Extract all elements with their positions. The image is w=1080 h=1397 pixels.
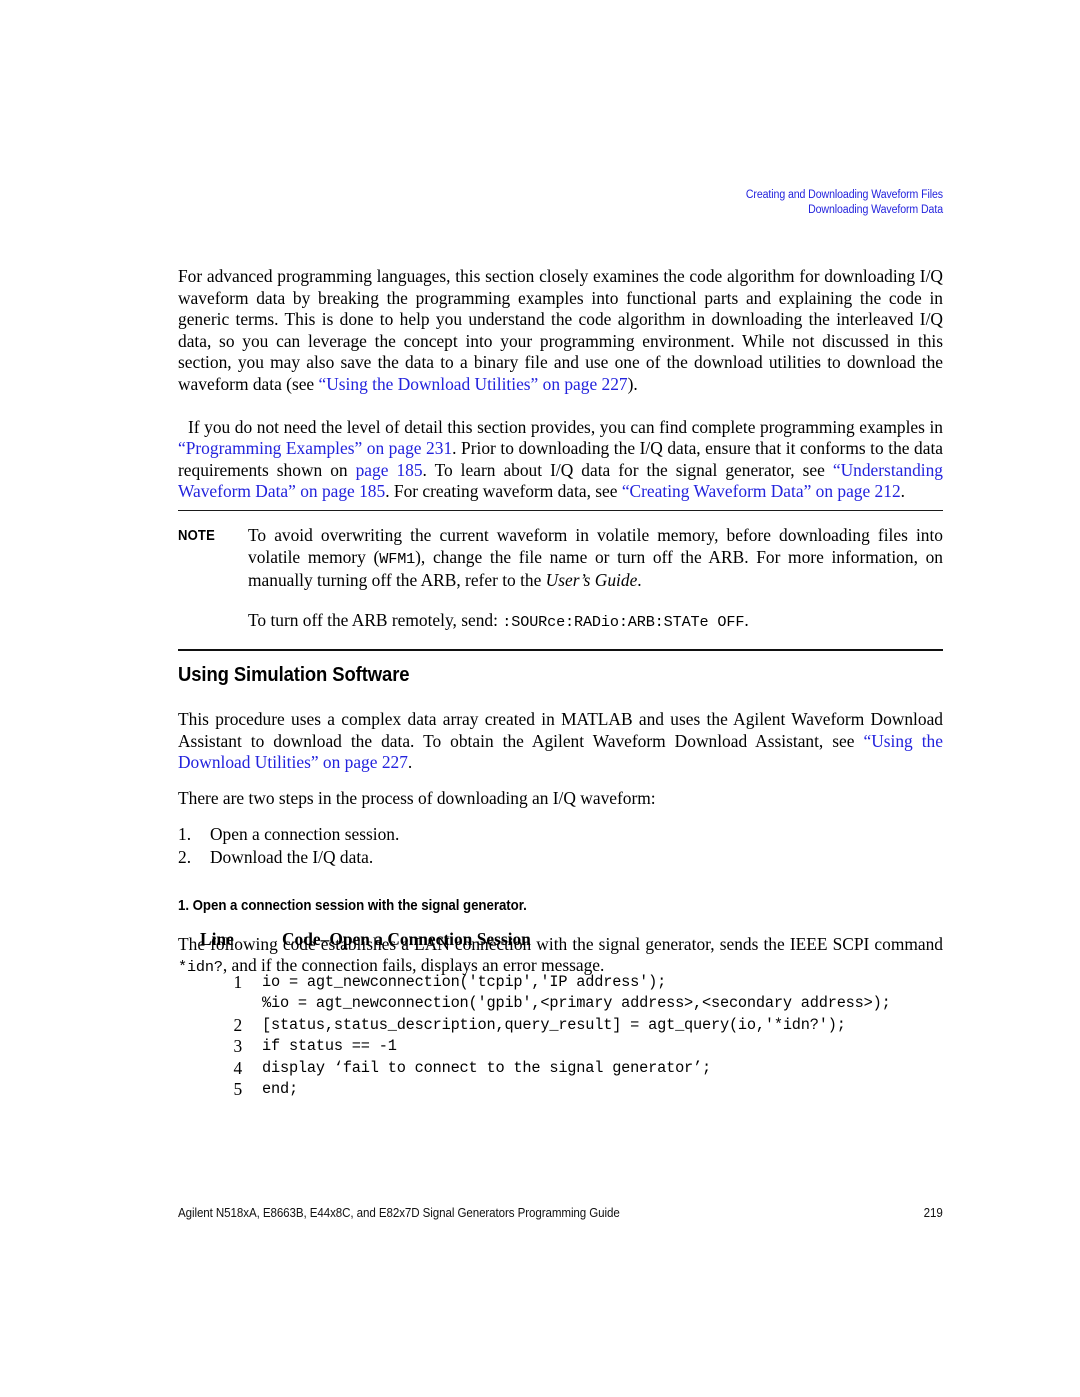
note-p2-a: To turn off the ARB remotely, send: (248, 609, 503, 630)
link-page-185[interactable]: page 185 (356, 460, 423, 480)
link-using-download-utilities-227[interactable]: “Using the Download Utilities” on page 2… (319, 374, 628, 394)
step-label: Download the I/Q data. (210, 846, 374, 867)
running-header-line1: Creating and Downloading Waveform Files (745, 189, 943, 201)
para2-text-1: If you do not need the level of detail t… (188, 416, 943, 437)
running-header: Creating and Downloading Waveform Files … (239, 188, 943, 217)
code-line-text: end; (262, 1080, 298, 1099)
code-line-text: %io = agt_newconnection('gpib',<primary … (262, 994, 891, 1013)
footer-page-number: 219 (923, 1206, 943, 1220)
code-line-number: 5 (233, 1079, 243, 1100)
para2-text-4: . For creating waveform data, see (385, 481, 622, 502)
note-p1-mono-wfm1: WFM1 (379, 549, 416, 568)
code-line-number: 2 (233, 1014, 243, 1035)
sect-p1-b: . (407, 752, 413, 773)
code-line-text: if status == -1 (262, 1037, 397, 1056)
code-line-number: 4 (233, 1057, 243, 1078)
column-header-code: Code–Open a Connection Session (282, 929, 531, 949)
note-bottom-rule (178, 649, 943, 652)
code-line-number: 1 (233, 972, 243, 992)
step-number: 2. (178, 846, 192, 867)
steps-list: 1. Open a connection session. 2. Downloa… (178, 823, 943, 868)
document-page: Creating and Downloading Waveform Files … (0, 0, 1080, 1397)
column-header-line: Line (200, 929, 234, 949)
code-line-number: 3 (233, 1036, 243, 1057)
running-header-line2: Downloading Waveform Data (808, 203, 943, 216)
note-p2-mono-scpi-command: :SOURce:RADio:ARB:STATe OFF (502, 612, 745, 631)
note-p1-c: . (637, 570, 642, 591)
footer-title: Agilent N518xA, E8663B, E44x8C, and E82x… (178, 1206, 620, 1220)
paragraph-advanced-programming: For advanced programming languages, this… (178, 266, 943, 396)
table-row: %io = agt_newconnection('gpib',<primary … (200, 993, 960, 1014)
table-row: 3 if status == -1 (200, 1036, 960, 1057)
link-creating-waveform-data-212[interactable]: “Creating Waveform Data” on page 212 (622, 481, 901, 501)
paragraph-two-steps: There are two steps in the process of do… (178, 787, 656, 808)
note-callout: NOTE To avoid overwriting the current wa… (178, 510, 943, 652)
table-row: 2 [status,status_description,query_resul… (200, 1015, 960, 1036)
table-row: 4 display ‘fail to connect to the signal… (200, 1058, 960, 1079)
paragraph-procedure-matlab: This procedure uses a complex data array… (178, 709, 943, 774)
heading-spacer (178, 687, 943, 709)
link-programming-examples-231[interactable]: “Programming Examples” on page 231 (178, 438, 452, 458)
code-line-text: [status,status_description,query_result]… (262, 1015, 846, 1034)
table-row: 1 io = agt_newconnection('tcpip','IP add… (200, 972, 960, 993)
note-paragraph-2: To turn off the ARB remotely, send: :SOU… (248, 610, 943, 634)
step-number: 1. (178, 824, 192, 845)
note-text: To avoid overwriting the current wavefor… (248, 525, 943, 633)
subheading-spacer (178, 869, 943, 897)
paragraph-if-you-do-not-need: If you do not need the level of detail t… (178, 417, 943, 503)
note-paragraph-1: To avoid overwriting the current wavefor… (248, 525, 943, 592)
paragraph-spacer-2 (178, 774, 943, 788)
para1-text-2: ). (627, 373, 638, 394)
page-title: Using Simulation Software (178, 663, 410, 686)
para2-text-5: . (900, 481, 906, 502)
note-label: NOTE (178, 528, 215, 544)
code-line-text: display ‘fail to connect to the signal g… (262, 1058, 711, 1077)
note-p2-b: . (744, 609, 749, 630)
page-footer: Agilent N518xA, E8663B, E44x8C, and E82x… (178, 1205, 943, 1221)
list-item: 1. Open a connection session. (178, 823, 943, 846)
sect-p1-a: This procedure uses a complex data array… (178, 709, 943, 751)
subsection-heading-open-connection: 1. Open a connection session with the si… (178, 897, 527, 914)
code-line-text: io = agt_newconnection('tcpip','IP addre… (262, 973, 667, 991)
step-label: Open a connection session. (210, 824, 400, 845)
code-table-body: 1 io = agt_newconnection('tcpip','IP add… (200, 972, 960, 1100)
table-row: 5 end; (200, 1079, 960, 1100)
main-content: For advanced programming languages, this… (178, 266, 943, 503)
para2-text-3: . To learn about I/Q data for the signal… (422, 459, 833, 480)
code-table: Line Code–Open a Connection Session 1 io… (200, 928, 960, 1100)
note-p1-italic-users-guide: User’s Guide (545, 570, 638, 591)
list-item: 2. Download the I/Q data. (178, 846, 943, 869)
code-table-header-row: Line Code–Open a Connection Session (200, 928, 960, 950)
